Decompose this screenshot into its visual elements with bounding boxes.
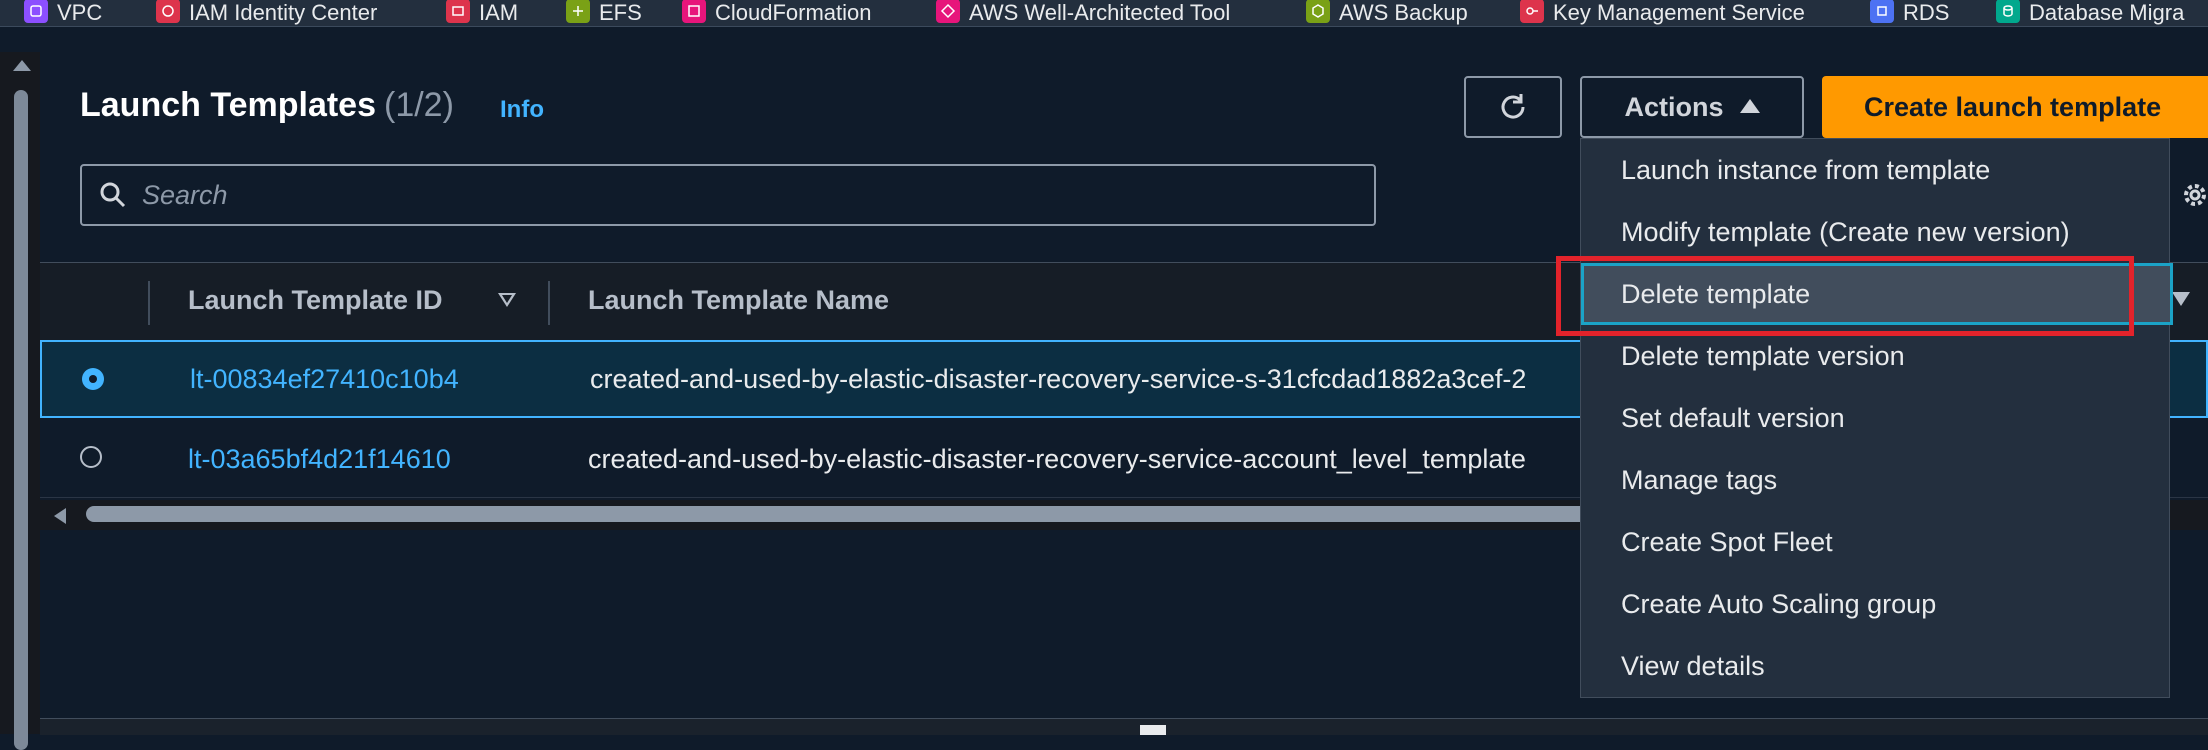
favorites-bar: VPC IAM Identity Center IAM EFS CloudFor… bbox=[0, 0, 2208, 27]
menu-item-create-auto-scaling-group[interactable]: Create Auto Scaling group bbox=[1581, 573, 2171, 635]
favorite-dms[interactable]: Database Migra bbox=[1996, 0, 2184, 26]
split-panel-divider[interactable] bbox=[40, 718, 2208, 735]
actions-label: Actions bbox=[1624, 91, 1724, 122]
efs-icon bbox=[566, 0, 590, 23]
favorite-backup[interactable]: AWS Backup bbox=[1306, 0, 1468, 26]
menu-item-create-spot-fleet[interactable]: Create Spot Fleet bbox=[1581, 511, 2171, 573]
favorite-identity-center[interactable]: IAM Identity Center bbox=[156, 0, 377, 26]
actions-menu: Launch instance from template Modify tem… bbox=[1580, 138, 2173, 698]
sort-icon[interactable] bbox=[2172, 292, 2190, 306]
row-radio[interactable] bbox=[80, 446, 102, 468]
favorite-iam[interactable]: IAM bbox=[446, 0, 518, 26]
menu-item-launch-instance[interactable]: Launch instance from template bbox=[1581, 139, 2171, 201]
favorite-label: IAM bbox=[479, 0, 519, 25]
favorite-label: EFS bbox=[599, 0, 642, 25]
row-radio-selected[interactable] bbox=[82, 368, 104, 390]
favorite-label: Database Migra bbox=[2029, 0, 2185, 25]
dms-icon bbox=[1996, 0, 2020, 23]
favorite-label: RDS bbox=[1903, 0, 1950, 25]
favorite-label: CloudFormation bbox=[715, 0, 872, 25]
menu-item-manage-tags[interactable]: Manage tags bbox=[1581, 449, 2171, 511]
scroll-up-arrow-icon[interactable] bbox=[13, 60, 31, 71]
selection-count: (1/2) bbox=[384, 86, 454, 124]
favorite-cloudformation[interactable]: CloudFormation bbox=[682, 0, 872, 26]
favorite-vpc[interactable]: VPC bbox=[24, 0, 102, 26]
page-title: Launch Templates (1/2) bbox=[80, 86, 454, 125]
favorite-rds[interactable]: RDS bbox=[1870, 0, 1949, 26]
favorite-kms[interactable]: Key Management Service bbox=[1520, 0, 1805, 26]
iam-icon bbox=[446, 0, 470, 23]
column-divider[interactable] bbox=[148, 281, 150, 325]
refresh-icon bbox=[1501, 94, 1525, 119]
create-launch-template-button[interactable]: Create launch template bbox=[1822, 76, 2208, 138]
highlight-annotation bbox=[1556, 256, 2134, 336]
actions-button[interactable]: Actions bbox=[1580, 76, 1804, 138]
favorite-label: IAM Identity Center bbox=[189, 0, 378, 25]
rds-icon bbox=[1870, 0, 1894, 23]
template-id-link[interactable]: lt-03a65bf4d21f14610 bbox=[188, 444, 451, 475]
menu-item-view-details[interactable]: View details bbox=[1581, 635, 2171, 697]
favorite-label: VPC bbox=[57, 0, 103, 25]
template-name: created-and-used-by-elastic-disaster-rec… bbox=[590, 364, 1527, 394]
favorite-label: AWS Backup bbox=[1339, 0, 1468, 25]
search-box bbox=[80, 164, 1376, 226]
template-name: created-and-used-by-elastic-disaster-rec… bbox=[588, 444, 1526, 474]
identity-center-icon bbox=[156, 0, 180, 23]
column-header-name[interactable]: Launch Template Name bbox=[588, 285, 889, 316]
column-divider[interactable] bbox=[548, 281, 550, 325]
gear-icon[interactable] bbox=[2180, 180, 2208, 210]
favorite-label: AWS Well-Architected Tool bbox=[969, 0, 1231, 25]
vertical-scrollbar[interactable] bbox=[0, 52, 40, 750]
caret-up-icon bbox=[1739, 99, 1760, 113]
search-icon bbox=[100, 182, 126, 208]
search-input[interactable] bbox=[140, 178, 1344, 212]
well-architected-icon bbox=[936, 0, 960, 23]
cloudformation-icon bbox=[682, 0, 706, 23]
kms-icon bbox=[1520, 0, 1544, 23]
favorite-efs[interactable]: EFS bbox=[566, 0, 642, 26]
create-label: Create launch template bbox=[1864, 91, 2162, 122]
backup-icon bbox=[1306, 0, 1330, 23]
refresh-button[interactable] bbox=[1464, 76, 1562, 138]
info-link[interactable]: Info bbox=[500, 96, 544, 124]
vpc-icon bbox=[24, 0, 48, 23]
column-header-id[interactable]: Launch Template ID bbox=[188, 285, 443, 316]
scroll-left-arrow-icon[interactable] bbox=[54, 508, 66, 524]
scrollbar-thumb[interactable] bbox=[14, 90, 28, 750]
template-id-link[interactable]: lt-00834ef27410c10b4 bbox=[190, 364, 459, 395]
favorite-well-architected[interactable]: AWS Well-Architected Tool bbox=[936, 0, 1230, 26]
favorite-label: Key Management Service bbox=[1553, 0, 1805, 25]
title-text: Launch Templates bbox=[80, 86, 376, 124]
menu-item-set-default-version[interactable]: Set default version bbox=[1581, 387, 2171, 449]
sort-icon[interactable] bbox=[498, 293, 516, 307]
menu-item-modify-template[interactable]: Modify template (Create new version) bbox=[1581, 201, 2171, 263]
